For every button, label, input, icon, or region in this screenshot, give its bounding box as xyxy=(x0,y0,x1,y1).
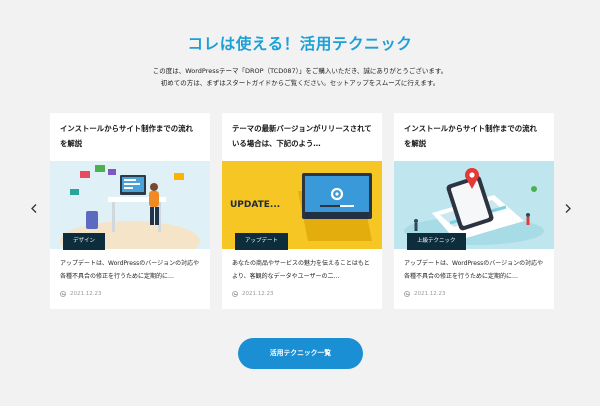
category-tag[interactable]: アップデート xyxy=(235,233,289,250)
card-excerpt: あなたの商品やサービスの魅力を伝えることはもとより、客観的なデータやユーザーの二… xyxy=(232,260,370,280)
card-title[interactable]: インストールからサイト制作までの流れを解説 xyxy=(404,121,544,161)
clock-icon xyxy=(232,291,238,297)
section-title: コレは使える！活用テクニック xyxy=(187,35,413,53)
card-date-text: 2021.12.23 xyxy=(242,291,274,297)
card-title[interactable]: インストールからサイト制作までの流れを解説 xyxy=(60,121,200,161)
card-excerpt: アップデートは、WordPressのバージョンの対応や各種不具合の修正を行うため… xyxy=(404,260,544,280)
card-date: 2021.12.23 xyxy=(404,291,446,297)
technique-list-button[interactable]: 活用テクニック一覧 xyxy=(238,338,363,369)
card-excerpt: アップデートは、WordPressのバージョンの対応や各種不具合の修正を行うため… xyxy=(60,260,200,280)
image-update-text: UPDATE... xyxy=(230,200,280,210)
clock-icon xyxy=(60,291,66,297)
intro-line-1: この度は、WordPressテーマ「DROP（TCD087）」をご購入いただき、… xyxy=(152,67,448,75)
clock-icon xyxy=(404,291,410,297)
section-intro: この度は、WordPressテーマ「DROP（TCD087）」をご購入いただき、… xyxy=(0,65,600,89)
chevron-right-icon[interactable] xyxy=(565,204,571,216)
card-title[interactable]: テーマの最新バージョンがリリースされている場合は、下記のよう… xyxy=(232,121,372,161)
article-card[interactable]: テーマの最新バージョンがリリースされている場合は、下記のよう… UPDATE..… xyxy=(222,113,382,309)
card-date: 2021.12.23 xyxy=(60,291,102,297)
article-card[interactable]: インストールからサイト制作までの流れを解説 デザイン アップデートは、WordP xyxy=(50,113,210,309)
article-card[interactable]: インストールからサイト制作までの流れを解説 上級テクニック アップデートは、Wo… xyxy=(394,113,554,309)
card-date-text: 2021.12.23 xyxy=(414,291,446,297)
card-date: 2021.12.23 xyxy=(232,291,274,297)
category-tag[interactable]: デザイン xyxy=(63,233,106,250)
card-date-text: 2021.12.23 xyxy=(70,291,102,297)
chevron-left-icon[interactable] xyxy=(31,204,37,216)
intro-line-2: 初めての方は、まずはスタートガイドからご覧ください。セットアップをスムーズに行え… xyxy=(160,79,440,87)
category-tag[interactable]: 上級テクニック xyxy=(407,233,466,250)
